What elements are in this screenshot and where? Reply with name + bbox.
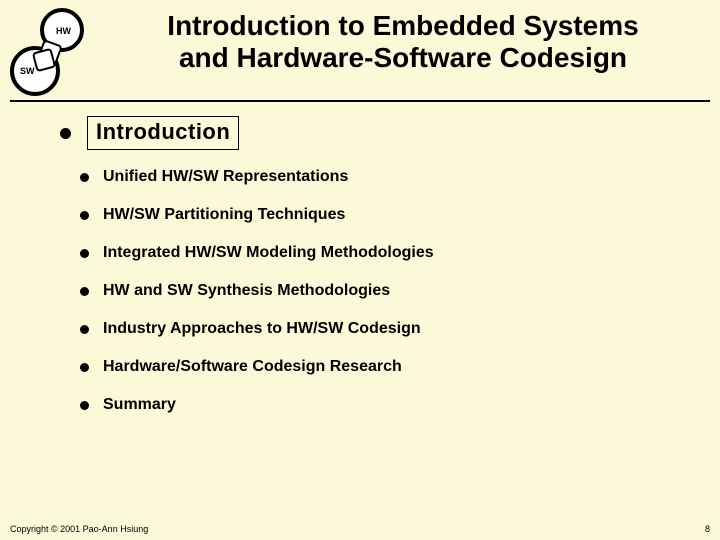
- outline-item-label: Integrated HW/SW Modeling Methodologies: [103, 244, 434, 262]
- icon-label-hw: HW: [56, 26, 71, 36]
- highlight-box: Introduction: [87, 116, 239, 150]
- slide-footer: Copyright © 2001 Pao-Ann Hsiung 8: [10, 524, 710, 534]
- outline-item-label: Summary: [103, 396, 176, 414]
- page-number: 8: [705, 524, 710, 534]
- outline-item-label: HW and SW Synthesis Methodologies: [103, 282, 390, 300]
- outline-item-label: Hardware/Software Codesign Research: [103, 358, 402, 376]
- outline-list: Unified HW/SW Representations HW/SW Part…: [80, 168, 680, 414]
- outline-highlighted-label: Introduction: [96, 119, 230, 144]
- outline-item: Hardware/Software Codesign Research: [80, 358, 680, 376]
- bullet-icon: [80, 173, 89, 182]
- outline-highlighted-row: Introduction: [60, 116, 680, 150]
- copyright-text: Copyright © 2001 Pao-Ann Hsiung: [10, 524, 148, 534]
- outline-item: HW/SW Partitioning Techniques: [80, 206, 680, 224]
- bullet-icon: [80, 363, 89, 372]
- outline-item: Summary: [80, 396, 680, 414]
- outline-item: Integrated HW/SW Modeling Methodologies: [80, 244, 680, 262]
- handcuffs-icon: HW SW: [6, 6, 96, 96]
- outline-item: Industry Approaches to HW/SW Codesign: [80, 320, 680, 338]
- icon-label-sw: SW: [20, 66, 35, 76]
- outline-item-label: Industry Approaches to HW/SW Codesign: [103, 320, 421, 338]
- outline-item: HW and SW Synthesis Methodologies: [80, 282, 680, 300]
- title-block: Introduction to Embedded Systems and Har…: [96, 6, 710, 74]
- bullet-icon: [80, 325, 89, 334]
- slide-title: Introduction to Embedded Systems and Har…: [96, 10, 710, 74]
- outline-item-label: Unified HW/SW Representations: [103, 168, 348, 186]
- outline-item: Unified HW/SW Representations: [80, 168, 680, 186]
- slide-header: HW SW Introduction to Embedded Systems a…: [0, 0, 720, 96]
- bullet-icon: [80, 249, 89, 258]
- title-line-1: Introduction to Embedded Systems: [167, 10, 638, 41]
- outline-item-label: HW/SW Partitioning Techniques: [103, 206, 345, 224]
- bullet-icon: [80, 211, 89, 220]
- title-line-2: and Hardware-Software Codesign: [179, 42, 627, 73]
- header-divider: [10, 100, 710, 102]
- bullet-icon: [60, 128, 71, 139]
- outline-content: Introduction Unified HW/SW Representatio…: [0, 116, 720, 414]
- bullet-icon: [80, 401, 89, 410]
- bullet-icon: [80, 287, 89, 296]
